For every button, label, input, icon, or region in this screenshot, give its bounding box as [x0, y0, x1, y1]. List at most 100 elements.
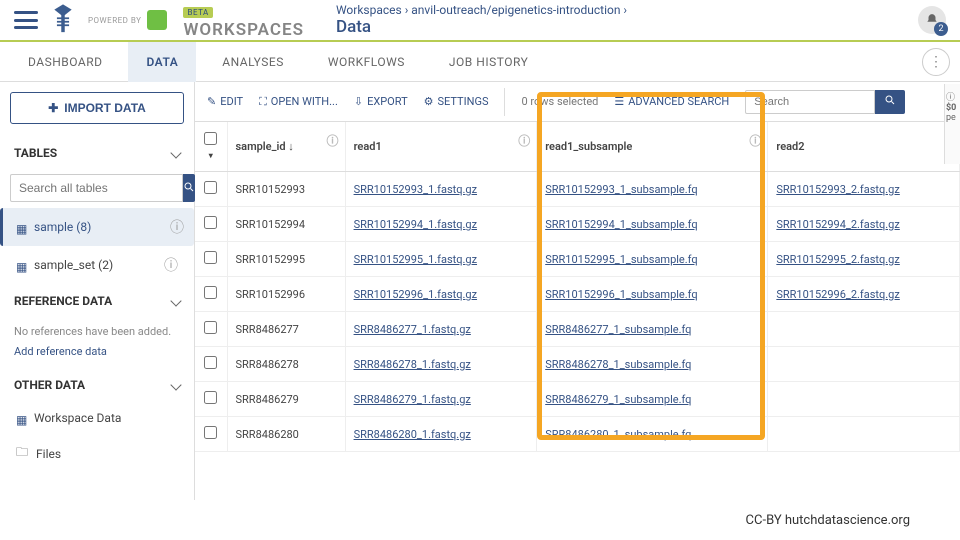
file-link[interactable]: SRR10152994_2.fastq.gz [776, 218, 899, 231]
file-link[interactable]: SRR8486280_1.fastq.gz [354, 428, 471, 441]
cell-read1-subsample: SRR8486280_1_subsample.fq [537, 417, 768, 452]
terra-icon [147, 10, 167, 30]
row-checkbox[interactable] [204, 426, 217, 439]
notification-count: 2 [934, 22, 948, 36]
table-search-input[interactable] [745, 90, 875, 114]
tab-analyses[interactable]: ANALYSES [204, 42, 302, 82]
plus-icon: ✚ [48, 101, 58, 115]
powered-by: POWERED BY [88, 10, 171, 30]
other-data-header[interactable]: OTHER DATA [10, 368, 184, 402]
add-reference-link[interactable]: Add reference data [10, 345, 184, 368]
data-table: ▾ sample_id ↓ⓘ read1ⓘ read1_subsampleⓘ r… [195, 122, 960, 452]
open-with-button[interactable]: ⛶OPEN WITH... [259, 95, 338, 109]
file-link[interactable]: SRR10152995_1_subsample.fq [545, 253, 697, 266]
edit-button[interactable]: ✎EDIT [207, 95, 243, 108]
info-icon[interactable]: ⓘ [327, 132, 339, 149]
info-icon[interactable]: ⓘ [164, 255, 178, 275]
row-checkbox[interactable] [204, 251, 217, 264]
file-link[interactable]: SRR10152996_2.fastq.gz [776, 288, 899, 301]
column-read1[interactable]: read1ⓘ [345, 122, 537, 172]
file-link[interactable]: SRR10152995_2.fastq.gz [776, 253, 899, 266]
pencil-icon: ✎ [207, 95, 216, 108]
table-icon [16, 413, 26, 423]
table-row: SRR8486279 SRR8486279_1.fastq.gz SRR8486… [195, 382, 960, 417]
file-link[interactable]: SRR8486280_1_subsample.fq [545, 428, 691, 441]
cell-read1: SRR10152994_1.fastq.gz [345, 207, 537, 242]
info-icon[interactable]: ⓘ [749, 132, 761, 149]
file-link[interactable]: SRR8486279_1.fastq.gz [354, 393, 471, 406]
tab-job-history[interactable]: JOB HISTORY [431, 42, 546, 82]
column-read2[interactable]: read2 [768, 122, 960, 172]
sidebar-item-files[interactable]: 🗀 Files [10, 434, 184, 473]
sidebar: ✚ IMPORT DATA TABLES sample (8) ⓘ sample… [0, 82, 195, 500]
chevron-down-icon [170, 380, 181, 391]
export-button[interactable]: ⇩EXPORT [354, 95, 408, 108]
row-checkbox[interactable] [204, 181, 217, 194]
advanced-search-button[interactable]: ☰ADVANCED SEARCH [614, 95, 729, 108]
file-link[interactable]: SRR8486279_1_subsample.fq [545, 393, 691, 406]
cell-read1: SRR10152996_1.fastq.gz [345, 277, 537, 312]
file-link[interactable]: SRR10152993_1.fastq.gz [354, 183, 477, 196]
row-checkbox[interactable] [204, 286, 217, 299]
workspaces-brand: BETA WORKSPACES [183, 0, 303, 40]
file-link[interactable]: SRR8486278_1_subsample.fq [545, 358, 691, 371]
menu-icon[interactable] [14, 11, 38, 29]
import-data-button[interactable]: ✚ IMPORT DATA [10, 92, 184, 124]
sidebar-item-workspace-data[interactable]: Workspace Data [10, 402, 184, 434]
sidebar-item-sample[interactable]: sample (8) ⓘ [0, 208, 194, 246]
cell-read1-subsample: SRR10152995_1_subsample.fq [537, 242, 768, 277]
file-link[interactable]: SRR8486277_1.fastq.gz [354, 323, 471, 336]
sidebar-item-sample-set[interactable]: sample_set (2) ⓘ [10, 246, 184, 284]
tables-section-header[interactable]: TABLES [10, 136, 184, 170]
file-link[interactable]: SRR10152993_2.fastq.gz [776, 183, 899, 196]
column-sample-id[interactable]: sample_id ↓ⓘ [227, 122, 345, 172]
notifications-button[interactable]: 2 [918, 6, 946, 34]
tab-workflows[interactable]: WORKFLOWS [310, 42, 423, 82]
tab-data[interactable]: DATA [128, 42, 196, 82]
table-row: SRR8486278 SRR8486278_1.fastq.gz SRR8486… [195, 347, 960, 382]
tab-dashboard[interactable]: DASHBOARD [10, 42, 120, 82]
gear-icon: ⚙ [424, 95, 434, 108]
cell-sample-id: SRR8486278 [227, 347, 345, 382]
cell-sample-id: SRR8486277 [227, 312, 345, 347]
table-search-button[interactable] [875, 90, 905, 114]
tables-search-button[interactable] [183, 174, 195, 202]
row-checkbox[interactable] [204, 321, 217, 334]
file-link[interactable]: SRR10152994_1_subsample.fq [545, 218, 697, 231]
table-row: SRR10152993 SRR10152993_1.fastq.gz SRR10… [195, 172, 960, 207]
chevron-down-icon[interactable]: ▾ [209, 151, 213, 160]
table-toolbar: ✎EDIT ⛶OPEN WITH... ⇩EXPORT ⚙SETTINGS 0 … [195, 82, 960, 122]
cell-read1-subsample: SRR10152993_1_subsample.fq [537, 172, 768, 207]
file-link[interactable]: SRR10152995_1.fastq.gz [354, 253, 477, 266]
more-menu-button[interactable]: ⋮ [922, 48, 950, 76]
file-link[interactable]: SRR8486277_1_subsample.fq [545, 323, 691, 336]
filter-icon: ☰ [614, 95, 624, 108]
cell-sample-id: SRR10152996 [227, 277, 345, 312]
select-all-checkbox[interactable] [204, 132, 217, 145]
attribution-footer: CC-BY hutchdatascience.org [0, 500, 960, 540]
row-checkbox[interactable] [204, 391, 217, 404]
cell-read1: SRR10152993_1.fastq.gz [345, 172, 537, 207]
file-link[interactable]: SRR10152994_1.fastq.gz [354, 218, 477, 231]
cell-read1-subsample: SRR10152994_1_subsample.fq [537, 207, 768, 242]
row-checkbox[interactable] [204, 216, 217, 229]
cost-panel[interactable]: ⓘ $0 pe [944, 84, 960, 164]
reference-data-header[interactable]: REFERENCE DATA [10, 284, 184, 318]
row-checkbox[interactable] [204, 356, 217, 369]
chevron-down-icon [170, 295, 181, 306]
file-link[interactable]: SRR10152996_1_subsample.fq [545, 288, 697, 301]
file-link[interactable]: SRR8486278_1.fastq.gz [354, 358, 471, 371]
file-link[interactable]: SRR10152993_1_subsample.fq [545, 183, 697, 196]
folder-icon: 🗀 [16, 443, 28, 464]
chevron-down-icon [170, 147, 181, 158]
tables-search-input[interactable] [10, 174, 183, 202]
info-icon[interactable]: ⓘ [170, 217, 184, 237]
breadcrumb[interactable]: Workspaces › anvil-outreach/epigenetics-… [336, 3, 627, 17]
cell-read1: SRR8486278_1.fastq.gz [345, 347, 537, 382]
info-icon: ⓘ [946, 90, 959, 103]
column-read1-subsample[interactable]: read1_subsampleⓘ [537, 122, 768, 172]
file-link[interactable]: SRR10152996_1.fastq.gz [354, 288, 477, 301]
table-row: SRR8486280 SRR8486280_1.fastq.gz SRR8486… [195, 417, 960, 452]
settings-button[interactable]: ⚙SETTINGS [424, 95, 489, 108]
info-icon[interactable]: ⓘ [518, 132, 530, 149]
